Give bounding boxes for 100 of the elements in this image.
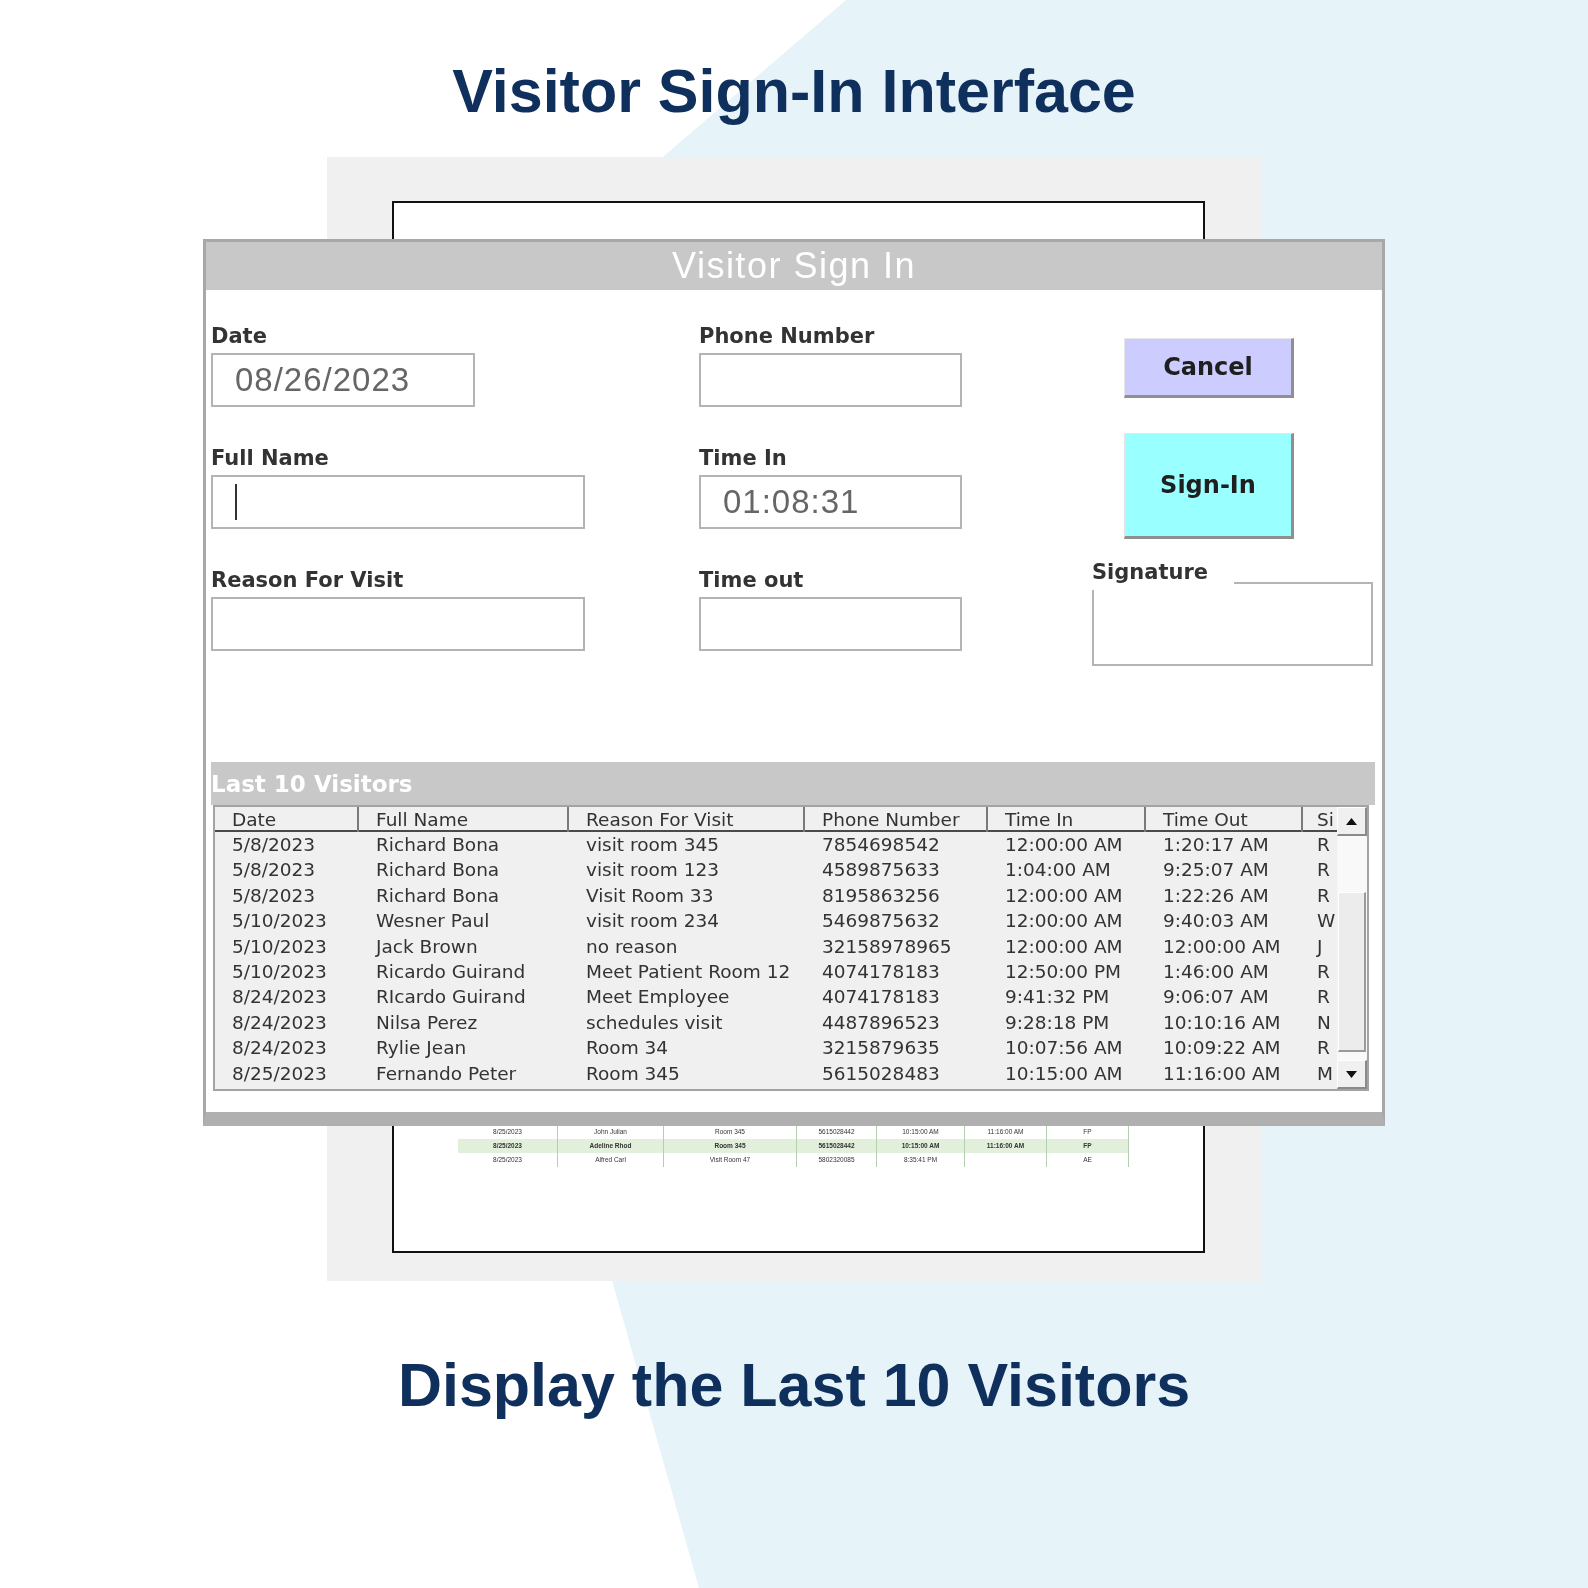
column-header[interactable]: Date (215, 807, 359, 832)
down-arrow-icon (1346, 1070, 1357, 1078)
table-cell-text: R (1316, 833, 1331, 857)
table-cell-text: 10:09:22 AM (1162, 1036, 1282, 1061)
table-cell-text: 9:41:32 PM (1004, 985, 1111, 1010)
cancel-button[interactable]: Cancel (1124, 338, 1294, 398)
table-cell-text: 1:04:00 AM (1004, 858, 1112, 883)
table-cell-text: Rylie Jean (375, 1036, 468, 1061)
table-cell-text: 4589875633 (821, 858, 941, 883)
table-cell-text: Richard Bona (375, 833, 501, 857)
table-cell-text: 10:07:56 AM (1004, 1036, 1124, 1061)
table-cell-text: J (1315, 934, 1324, 959)
table-cell-text: 4074178183 (821, 985, 941, 1010)
table-cell-text: schedules visit (585, 1010, 724, 1035)
table-cell-text: 9:40:03 AM (1162, 909, 1270, 934)
table-cell-text: N (1316, 1010, 1332, 1035)
up-arrow-icon (1346, 817, 1357, 825)
field-label: Time In (699, 446, 787, 472)
table-cell-text: Ricardo Guirand (375, 959, 527, 984)
table-cell-text: 5/10/2023 (231, 959, 328, 984)
column-header[interactable]: Si (1303, 807, 1337, 832)
table-cell-text: 5/8/2023 (231, 858, 317, 883)
table-cell-text: 8/25/2023 (231, 1061, 328, 1086)
input-field[interactable] (699, 353, 962, 407)
table-cell-text: 4487896523 (821, 1010, 941, 1035)
table-cell-text: R (1316, 858, 1331, 883)
table-cell-text: 9:25:07 AM (1162, 858, 1270, 883)
table-cell-text: visit room 123 (585, 858, 721, 883)
input-field[interactable]: 08/26/2023 (211, 353, 475, 407)
table-cell-text: 9:28:18 PM (1004, 1010, 1111, 1035)
table-cell-text: 12:00:00 AM (1162, 934, 1282, 959)
table-cell-text: 5/8/2023 (231, 883, 317, 908)
table-cell-text: 11:16:00 AM (1162, 1061, 1282, 1086)
table-cell-text: 8/24/2023 (231, 985, 328, 1010)
column-header[interactable]: Reason For Visit (569, 807, 805, 832)
input-field[interactable] (211, 475, 585, 529)
table-cell-text: Visit Room 33 (585, 883, 715, 908)
field-label: Reason For Visit (211, 568, 404, 594)
table-cell-text: 12:00:00 AM (1004, 934, 1124, 959)
table-cell-text: 1:20:17 AM (1162, 833, 1270, 857)
input-field[interactable]: 01:08:31 (699, 475, 962, 529)
table-cell-text: Nilsa Perez (375, 1010, 479, 1035)
table-cell-text: Meet Employee (585, 985, 731, 1010)
sign-in-button[interactable]: Sign-In (1124, 433, 1294, 539)
table-cell-text: R (1316, 985, 1331, 1010)
table-cell-text: 10:15:00 AM (1004, 1061, 1124, 1086)
field-label: Time out (699, 568, 804, 594)
page-heading: Visitor Sign-In Interface (452, 56, 1136, 126)
table-cell-text: 5615028483 (821, 1061, 941, 1086)
table-cell-text: no reason (585, 934, 679, 959)
table-cell-text: W (1316, 909, 1337, 934)
table-cell-text: 12:50:00 PM (1004, 959, 1123, 984)
table-cell-text: 32158978965 (821, 934, 953, 959)
table-cell-text: 8/24/2023 (231, 1036, 328, 1061)
table-cell-text: 3215879635 (821, 1036, 941, 1061)
table-cell-text: 1:22:26 AM (1162, 883, 1270, 908)
table-cell-text: 5/10/2023 (231, 934, 328, 959)
table-cell-text: Jack Brown (374, 934, 479, 959)
field-label: Phone Number (699, 324, 875, 350)
table-cell-text: R (1316, 959, 1331, 984)
table-cell-text: 12:00:00 AM (1004, 833, 1124, 857)
column-header[interactable]: Time In (988, 807, 1146, 832)
scroll-down-button[interactable] (1337, 1060, 1367, 1089)
table-cell-text: visit room 234 (585, 909, 721, 934)
column-header[interactable]: Phone Number (805, 807, 988, 832)
scrollbar-thumb[interactable] (1338, 892, 1366, 1052)
input-field[interactable] (699, 597, 962, 651)
page-caption: Display the Last 10 Visitors (397, 1350, 1191, 1420)
signature-label: Signature (1092, 560, 1209, 582)
table-cell-text: 8/24/2023 (231, 1010, 328, 1035)
table-cell-text: Room 345 (585, 1061, 681, 1086)
table-cell-text: 5/10/2023 (231, 909, 328, 934)
table-cell-text: 12:00:00 AM (1004, 883, 1124, 908)
table-cell-text: Wesner Paul (375, 909, 491, 934)
table-cell-text: RIcardo Guirand (375, 985, 527, 1010)
table-cell-text: Richard Bona (375, 883, 501, 908)
field-label: Full Name (211, 446, 329, 472)
table-cell-text: 8195863256 (821, 883, 941, 908)
table-cell-text: Room 34 (585, 1036, 670, 1061)
table-cell-text: 5/8/2023 (231, 833, 317, 857)
table-cell-text: 10:10:16 AM (1162, 1010, 1282, 1035)
table-cell-text: 9:06:07 AM (1162, 985, 1270, 1010)
table-cell-text: M (1316, 1061, 1334, 1086)
field-label: Date (211, 324, 267, 350)
table-cell-text: R (1316, 883, 1331, 908)
table-cell-text: 12:00:00 AM (1004, 909, 1124, 934)
table-cell-text: Meet Patient Room 12 (585, 959, 792, 984)
table-cell-text: 5469875632 (821, 909, 941, 934)
column-header[interactable]: Time Out (1146, 807, 1303, 832)
input-field[interactable] (211, 597, 585, 651)
signature-field[interactable] (1092, 582, 1373, 666)
table-cell-text: 4074178183 (821, 959, 941, 984)
table-cell-text: Fernando Peter (375, 1061, 518, 1086)
scroll-up-button[interactable] (1337, 807, 1367, 836)
table-cell-text: 7854698542 (821, 833, 941, 857)
column-header[interactable]: Full Name (359, 807, 569, 832)
table-cell-text: R (1316, 1036, 1331, 1061)
table-cell-text: Richard Bona (375, 858, 501, 883)
table-cell-text: 1:46:00 AM (1162, 959, 1270, 984)
table-cell-text: visit room 345 (585, 833, 721, 857)
